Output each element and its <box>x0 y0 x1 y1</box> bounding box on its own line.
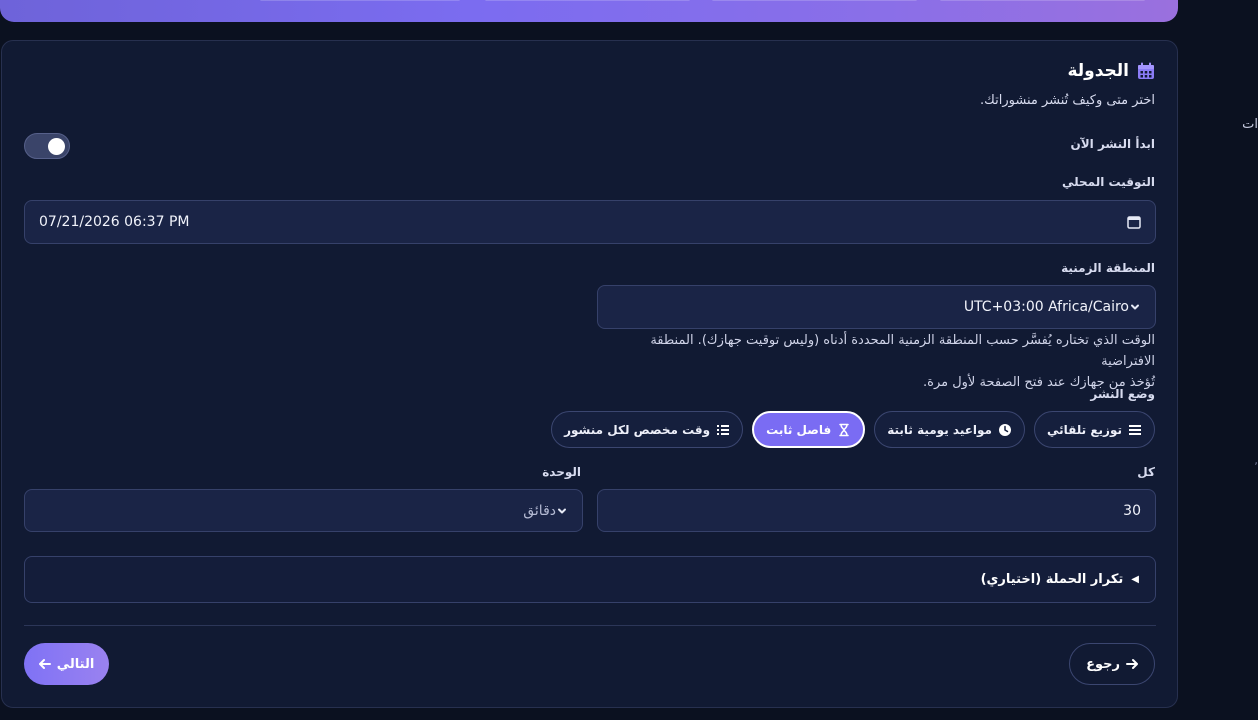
mode-fixed-daily[interactable]: مواعيد يومية ثابتة <box>874 411 1025 448</box>
every-value: 30 <box>1123 502 1141 519</box>
caret-left-icon: ◀ <box>1131 574 1139 585</box>
start-now-label: ابدأ النشر الآن <box>1070 137 1155 151</box>
timezone-value: UTC+03:00 Africa/Cairo <box>963 299 1129 315</box>
timezone-select[interactable]: UTC+03:00 Africa/Cairo <box>597 285 1156 329</box>
unit-select[interactable]: دقائق <box>24 489 583 532</box>
back-button[interactable]: رجوع <box>1069 643 1155 685</box>
publish-mode-label: وضع النشر <box>1090 387 1155 401</box>
section-header: الجدولة <box>1067 61 1155 81</box>
mode-custom-per-post[interactable]: وقت مخصص لكل منشور <box>551 411 744 448</box>
start-now-toggle[interactable] <box>24 133 70 159</box>
footer-divider <box>24 625 1156 626</box>
calendar-icon <box>1138 62 1154 79</box>
timezone-help-line: الوقت الذي تختاره يُفسَّر حسب المنطقة ال… <box>650 333 1155 369</box>
bars-icon <box>1129 424 1141 435</box>
mode-label: فاصل ثابت <box>766 422 832 437</box>
unit-value: دقائق <box>523 502 556 519</box>
chevron-down-icon <box>1131 304 1139 310</box>
every-input[interactable]: 30 <box>597 489 1156 532</box>
toggle-knob <box>48 138 65 155</box>
banner-segment <box>485 0 690 1</box>
local-time-value: 07/21/2026 06:37 PM <box>39 214 190 230</box>
mode-label: مواعيد يومية ثابتة <box>887 422 992 437</box>
section-title: الجدولة <box>1067 61 1129 81</box>
side-panel-mark: ٬ <box>1254 460 1258 474</box>
arrow-right-icon <box>1125 659 1138 669</box>
scheduling-card: الجدولة اختر متى وكيف تُنشر منشوراتك. اب… <box>1 40 1178 708</box>
list-icon <box>717 424 730 435</box>
timezone-help-line: تُؤخذ من جهازك عند فتح الصفحة لأول مرة. <box>923 375 1155 390</box>
timezone-label: المنطقة الزمنية <box>1061 261 1155 275</box>
hourglass-icon <box>839 423 849 436</box>
top-gradient-banner <box>0 0 1178 22</box>
local-time-input[interactable]: 07/21/2026 06:37 PM <box>24 200 1156 244</box>
calendar-picker-icon[interactable] <box>1127 215 1141 229</box>
mode-auto-distribute[interactable]: توزيع تلقائي <box>1033 411 1155 448</box>
mode-fixed-interval[interactable]: فاصل ثابت <box>752 411 866 448</box>
arrow-left-icon <box>38 659 51 669</box>
chevron-down-icon <box>558 508 566 513</box>
back-button-label: رجوع <box>1086 656 1120 672</box>
campaign-repeat-label: تكرار الحملة (اختياري) <box>980 572 1124 587</box>
next-button[interactable]: التالي <box>24 643 109 685</box>
timezone-help-text: الوقت الذي تختاره يُفسَّر حسب المنطقة ال… <box>603 330 1155 393</box>
mode-label: وقت مخصص لكل منشور <box>564 422 711 437</box>
banner-segment <box>260 0 460 1</box>
section-subtitle: اختر متى وكيف تُنشر منشوراتك. <box>980 93 1155 108</box>
banner-segment <box>712 0 917 1</box>
banner-segment <box>940 0 1145 1</box>
clock-icon <box>998 423 1011 436</box>
publish-mode-group: توزيع تلقائي مواعيد يومية ثابتة فاصل ثاب… <box>551 411 1155 448</box>
local-time-label: التوقيت المحلي <box>1061 175 1155 189</box>
mode-label: توزيع تلقائي <box>1046 422 1122 437</box>
side-panel-edge: ات ٬ <box>1178 0 1258 720</box>
every-label: كل <box>1137 465 1155 479</box>
side-panel-label-fragment: ات <box>1242 117 1258 132</box>
campaign-repeat-toggle[interactable]: ◀ تكرار الحملة (اختياري) <box>24 556 1156 603</box>
next-button-label: التالي <box>56 656 95 672</box>
unit-label: الوحدة <box>542 465 581 479</box>
